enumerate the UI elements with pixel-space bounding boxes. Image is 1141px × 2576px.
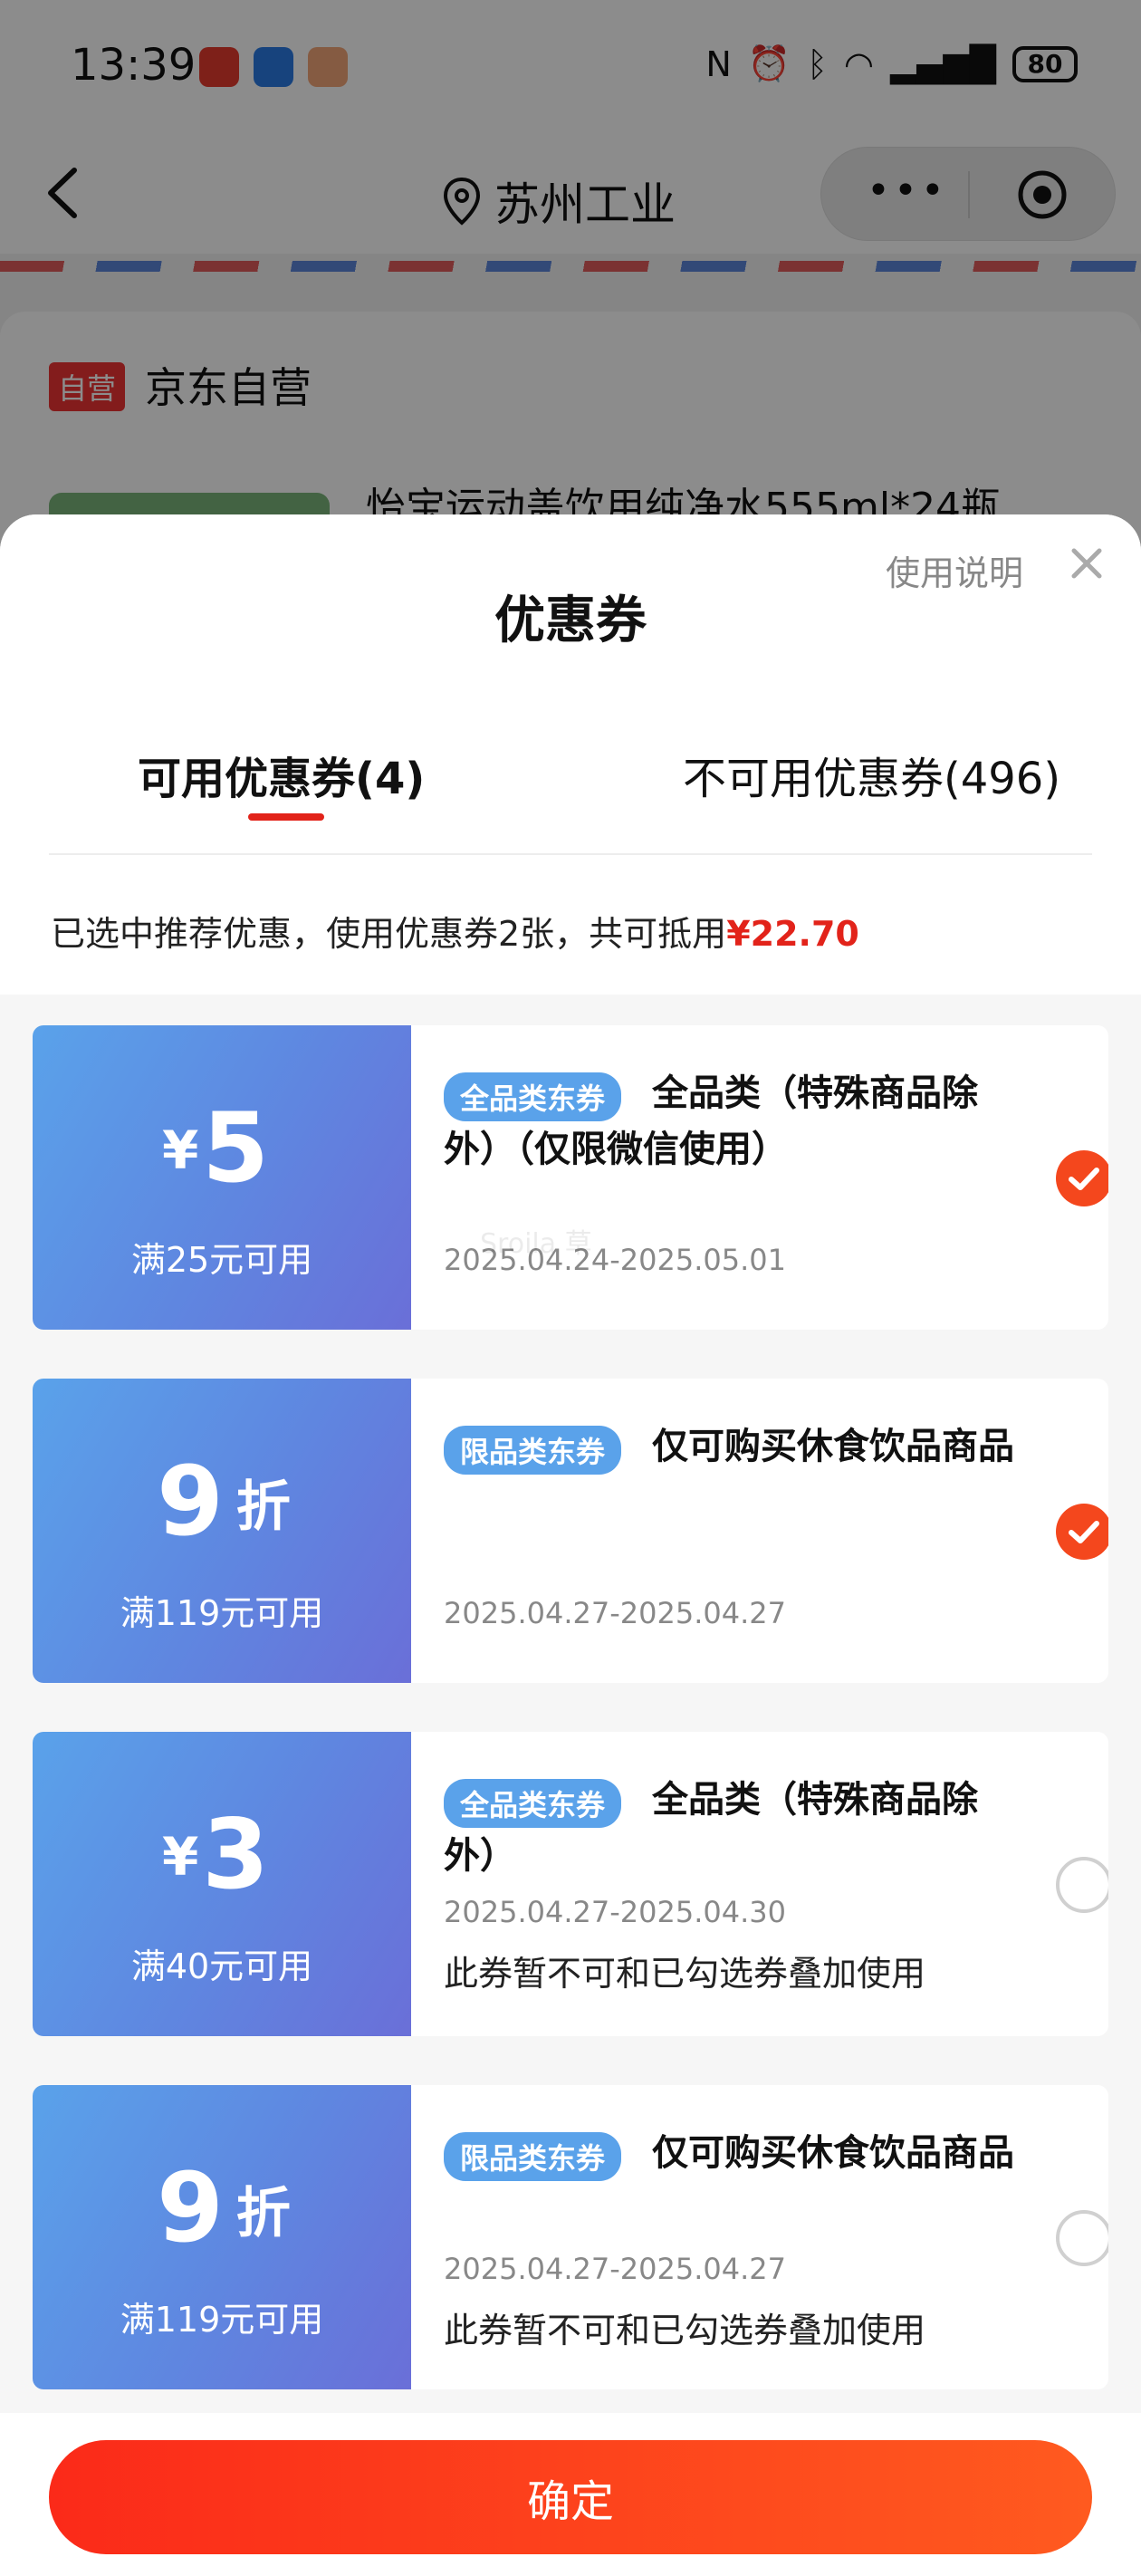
coupon-value: ¥3 [33, 1799, 411, 1910]
coupon-condition: 满40元可用 [130, 1946, 313, 1986]
coupon-type-badge: 全品类东券 [444, 1779, 622, 1828]
coupon-type-badge: 限品类东券 [444, 2132, 622, 2181]
coupon-card[interactable]: ¥3 满40元可用 全品类（特殊商品除外） 全品类东券 2025.04.27-2… [33, 1732, 1108, 2036]
coupon-info: 全品类（特殊商品除外） 全品类东券 2025.04.27-2025.04.30 … [411, 1732, 1108, 2036]
coupon-condition: 满119元可用 [120, 1593, 324, 1633]
coupon-card[interactable]: ¥5 满25元可用 全品类（特殊商品除外）（仅限微信使用） 全品类东券 2025… [33, 1025, 1108, 1330]
tab-available-coupons[interactable]: 可用优惠券(4) [138, 743, 425, 806]
coupon-card[interactable]: 9折 满119元可用 仅可购买休食饮品商品 限品类东券 2025.04.27-2… [33, 2085, 1108, 2389]
discount-summary: 已选中推荐优惠，使用优惠券2张，共可抵用¥22.70 [51, 906, 859, 956]
tab-unavailable-coupons[interactable]: 不可用优惠券(496) [683, 743, 1060, 806]
tab-active-indicator [248, 813, 324, 821]
check-icon[interactable] [1056, 1504, 1108, 1560]
coupon-value: 9折 [33, 2152, 411, 2264]
summary-amount: ¥22.70 [726, 914, 859, 954]
coupon-currency-symbol: ¥ [161, 1120, 199, 1181]
coupon-amount: 9 [157, 1446, 224, 1557]
coupon-unit: 折 [235, 1475, 291, 1539]
tab-divider [49, 853, 1092, 855]
sheet-title: 优惠券 [494, 591, 647, 650]
coupon-value-panel: 9折 满119元可用 [33, 2085, 411, 2389]
coupon-value-panel: ¥3 满40元可用 [33, 1732, 411, 2036]
coupon-info: 仅可购买休食饮品商品 限品类东券 2025.04.27-2025.04.27 [411, 1379, 1108, 1683]
coupon-info: 全品类（特殊商品除外）（仅限微信使用） 全品类东券 2025.04.24-202… [411, 1025, 1108, 1330]
coupon-value: 9折 [33, 1446, 411, 1557]
coupon-unit: 折 [235, 2182, 291, 2245]
sheet-header: 使用说明 优惠券 可用优惠券(4) 不可用优惠券(496) 已选中推荐优惠，使用… [0, 514, 1141, 995]
coupon-validity: 2025.04.27-2025.04.27 [444, 1596, 786, 1630]
coupon-amount: 5 [202, 1092, 270, 1204]
watermark: Sroila 草 [480, 1228, 592, 1260]
coupon-amount: 3 [202, 1799, 270, 1910]
coupon-validity: 2025.04.27-2025.04.27 [444, 2252, 786, 2286]
coupon-condition: 满25元可用 [130, 1240, 313, 1280]
check-icon[interactable] [1056, 1150, 1108, 1206]
coupon-stacking-note: 此券暂不可和已勾选券叠加使用 [444, 1954, 926, 1994]
coupon-condition: 满119元可用 [120, 2300, 324, 2340]
coupon-amount: 9 [157, 2152, 224, 2264]
unchecked-radio[interactable] [1056, 1857, 1108, 1913]
coupon-type-badge: 限品类东券 [444, 1426, 622, 1475]
coupon-sheet: 使用说明 优惠券 可用优惠券(4) 不可用优惠券(496) 已选中推荐优惠，使用… [0, 514, 1141, 2576]
coupon-value: ¥5 [33, 1092, 411, 1204]
coupon-currency-symbol: ¥ [161, 1826, 199, 1888]
coupon-stacking-note: 此券暂不可和已勾选券叠加使用 [444, 2311, 926, 2350]
sheet-footer: 确定 [0, 2413, 1141, 2576]
coupon-type-badge: 全品类东券 [444, 1072, 622, 1121]
confirm-button[interactable]: 确定 [49, 2440, 1092, 2554]
coupon-info: 仅可购买休食饮品商品 限品类东券 2025.04.27-2025.04.27 此… [411, 2085, 1108, 2389]
coupon-card[interactable]: 9折 满119元可用 仅可购买休食饮品商品 限品类东券 2025.04.27-2… [33, 1379, 1108, 1683]
coupon-value-panel: ¥5 满25元可用 [33, 1025, 411, 1330]
close-icon[interactable] [1069, 545, 1105, 582]
coupon-value-panel: 9折 满119元可用 [33, 1379, 411, 1683]
summary-text: 已选中推荐优惠，使用优惠券2张，共可抵用 [51, 914, 727, 954]
coupon-validity: 2025.04.27-2025.04.30 [444, 1895, 786, 1929]
unchecked-radio[interactable] [1056, 2210, 1108, 2266]
